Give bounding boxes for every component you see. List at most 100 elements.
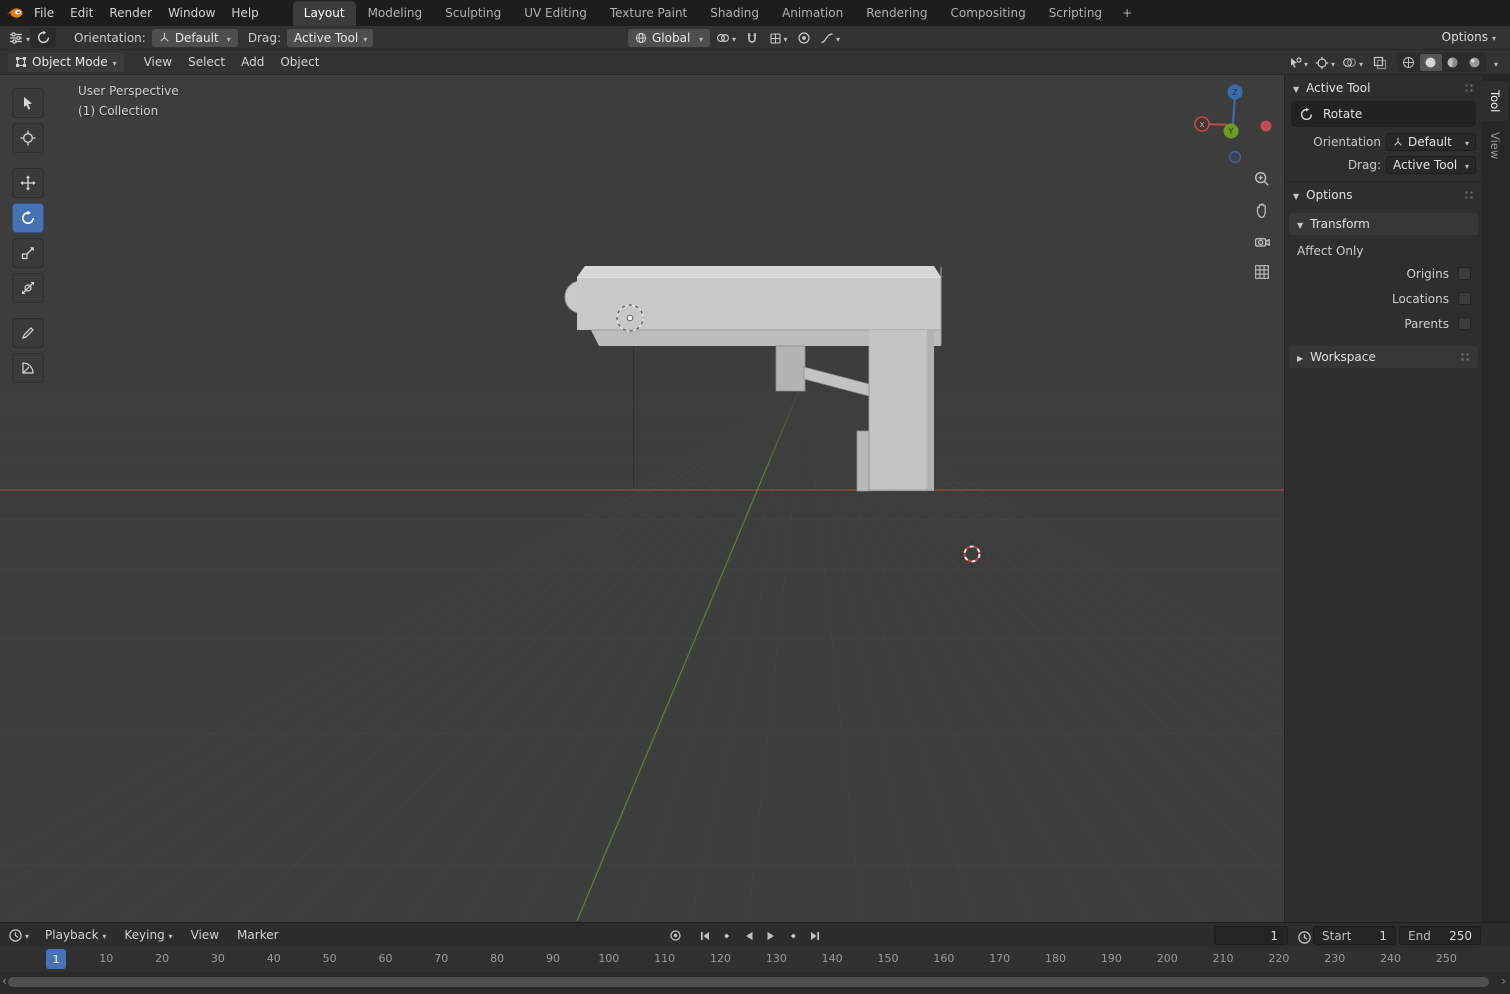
tab-layout[interactable]: Layout (292, 1, 356, 26)
timeline-menu-keying[interactable]: Keying (116, 925, 180, 945)
gizmo-y-label: Y (1228, 127, 1234, 136)
overlays-dropdown[interactable] (1342, 53, 1363, 73)
sidebar-drag-dropdown[interactable]: Active Tool (1386, 155, 1476, 174)
menu-render[interactable]: Render (101, 3, 160, 23)
add-workspace-button[interactable]: + (1114, 1, 1140, 26)
auto-keying-button[interactable] (666, 926, 685, 945)
play-button[interactable] (761, 926, 780, 945)
object-visibility-dropdown[interactable] (1287, 53, 1308, 73)
active-tool-display[interactable]: Rotate (1291, 101, 1476, 127)
tab-animation[interactable]: Animation (771, 1, 854, 26)
pivot-point-dropdown[interactable] (716, 28, 736, 48)
tool-settings-icon[interactable] (8, 28, 30, 48)
tab-modeling[interactable]: Modeling (357, 1, 434, 26)
menu-window[interactable]: Window (160, 3, 223, 23)
end-frame-field[interactable]: End 250 (1399, 926, 1481, 945)
panel-grip-icon[interactable] (1464, 189, 1474, 201)
tool-select-box[interactable] (12, 88, 44, 118)
timeline-menu-view[interactable]: View (183, 925, 227, 945)
mode-dropdown[interactable]: Object Mode (8, 52, 124, 72)
tool-move[interactable] (12, 168, 44, 198)
scroll-right-icon[interactable] (1501, 974, 1506, 988)
viewport-menu-view[interactable]: View (136, 52, 180, 72)
viewport-menu-add[interactable]: Add (233, 52, 272, 72)
viewport-menu-select[interactable]: Select (180, 52, 233, 72)
tool-rotate[interactable] (12, 203, 44, 233)
horizontal-scrollbar[interactable] (8, 977, 1489, 987)
gizmo-x-neg-ball[interactable] (1260, 120, 1272, 132)
tab-uv-editing[interactable]: UV Editing (513, 1, 598, 26)
workspace-panel-header[interactable]: Workspace (1289, 346, 1478, 368)
sidebar-drag-chevron-icon (1465, 159, 1469, 171)
parents-checkbox[interactable] (1458, 317, 1471, 330)
gizmo-z-neg-ball[interactable] (1228, 150, 1242, 164)
next-keyframe-button[interactable] (783, 926, 802, 945)
xray-toggle[interactable] (1370, 53, 1390, 73)
locations-checkbox[interactable] (1458, 292, 1471, 305)
tab-shading[interactable]: Shading (699, 1, 770, 26)
use-preview-range-icon[interactable] (1294, 927, 1314, 947)
sidebar-tab-tool[interactable]: Tool (1482, 81, 1508, 122)
toggle-ortho-button[interactable] (1251, 261, 1273, 283)
blender-logo-icon[interactable] (6, 3, 26, 23)
menu-help[interactable]: Help (223, 3, 266, 23)
tab-texture-paint[interactable]: Texture Paint (599, 1, 698, 26)
options-popover[interactable]: Options (1442, 30, 1496, 44)
options-panel-header[interactable]: Options (1285, 181, 1482, 207)
sidebar-tab-view[interactable]: View (1482, 123, 1508, 168)
jump-to-end-button[interactable] (805, 926, 824, 945)
menu-file[interactable]: File (26, 3, 62, 23)
proportional-editing-icon[interactable] (794, 28, 814, 48)
current-frame-marker[interactable]: 1 (46, 949, 66, 969)
active-tool-rotate-icon[interactable] (30, 27, 57, 48)
zoom-button[interactable] (1251, 168, 1273, 190)
tab-rendering[interactable]: Rendering (855, 1, 938, 26)
shading-solid-button[interactable] (1419, 54, 1442, 71)
orientation-dropdown[interactable]: Default (151, 28, 238, 47)
ruler-tick: 210 (1212, 952, 1234, 965)
topbar: File Edit Render Window Help Layout Mode… (0, 0, 1510, 26)
panel-grip-icon[interactable] (1464, 82, 1474, 94)
viewport-menu-object[interactable]: Object (272, 52, 327, 72)
end-value: 250 (1449, 928, 1472, 943)
active-tool-panel-header[interactable]: Active Tool (1285, 75, 1482, 100)
timeline-menu-marker[interactable]: Marker (229, 925, 286, 945)
snap-with-dropdown[interactable] (768, 28, 788, 48)
transform-orientation-dropdown[interactable]: Global (628, 29, 710, 47)
play-reverse-button[interactable] (739, 926, 758, 945)
drag-dropdown[interactable]: Active Tool (287, 28, 373, 47)
pan-button[interactable] (1251, 199, 1273, 221)
camera-view-button[interactable] (1251, 230, 1273, 252)
timeline-ruler[interactable]: 10 20 30 40 50 60 70 80 90 100 110 120 130 140 150 160 1… (0, 947, 1510, 972)
tool-transform[interactable] (12, 273, 44, 303)
shading-rendered-button[interactable] (1464, 54, 1486, 71)
ruler-tick: 130 (765, 952, 787, 965)
shading-material-button[interactable] (1442, 54, 1464, 71)
shading-wireframe-button[interactable] (1398, 54, 1420, 71)
tool-annotate[interactable] (12, 318, 44, 348)
timeline-menu-playback[interactable]: Playback (37, 925, 114, 945)
snap-toggle-magnet-icon[interactable] (742, 28, 762, 48)
shading-chevron-icon[interactable] (1494, 57, 1498, 69)
start-frame-field[interactable]: Start 1 (1313, 926, 1396, 945)
navigation-gizmo[interactable]: Z X Y (1190, 82, 1276, 168)
tool-measure[interactable] (12, 353, 44, 383)
prev-keyframe-button[interactable] (717, 926, 736, 945)
tool-scale[interactable] (12, 238, 44, 268)
current-frame-field[interactable]: 1 (1214, 926, 1288, 945)
gizmos-dropdown[interactable] (1315, 53, 1335, 73)
editor-type-dropdown[interactable] (8, 925, 29, 945)
menu-edit[interactable]: Edit (62, 3, 101, 23)
falloff-dropdown[interactable] (820, 28, 840, 48)
tab-sculpting[interactable]: Sculpting (434, 1, 512, 26)
tab-compositing[interactable]: Compositing (939, 1, 1036, 26)
origins-checkbox[interactable] (1458, 267, 1471, 280)
tab-scripting[interactable]: Scripting (1038, 1, 1113, 26)
jump-to-start-button[interactable] (695, 926, 714, 945)
sidebar-orientation-dropdown[interactable]: Default (1386, 132, 1476, 151)
tool-cursor[interactable] (12, 123, 44, 153)
scroll-left-icon[interactable] (2, 974, 7, 988)
transform-subpanel-header[interactable]: Transform (1289, 213, 1478, 235)
panel-grip-icon[interactable] (1460, 351, 1470, 363)
cursor-3d[interactable] (959, 541, 985, 567)
